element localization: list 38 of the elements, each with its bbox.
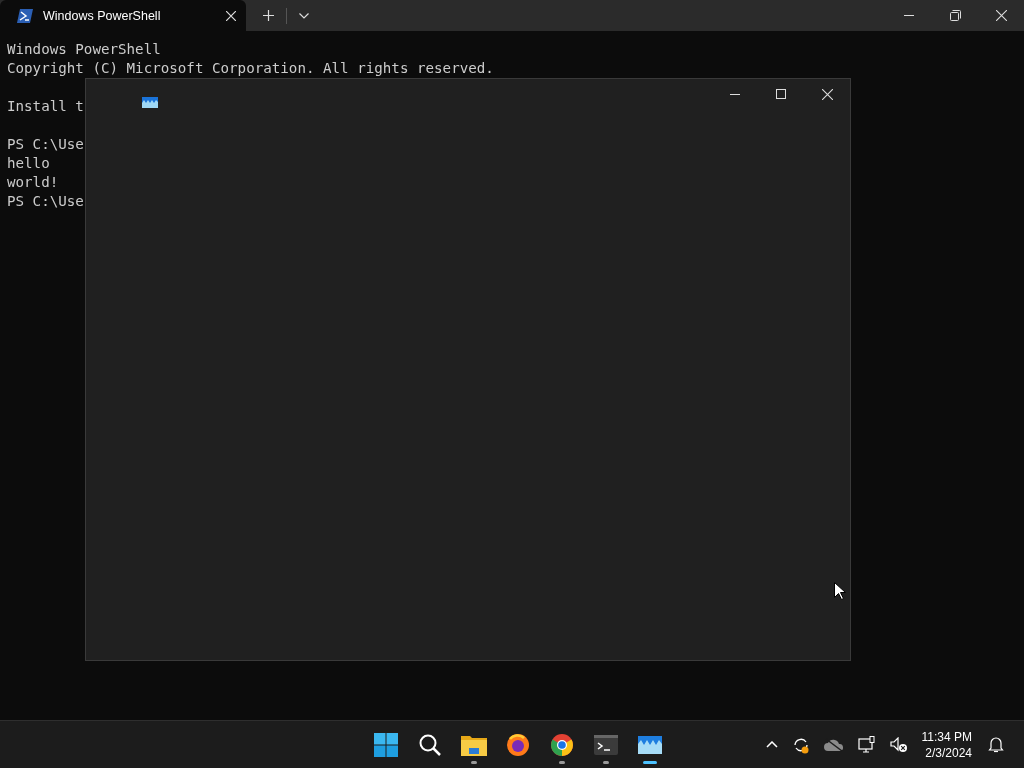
close-icon [821, 88, 833, 100]
speaker-muted-icon[interactable] [889, 736, 908, 753]
console-line: PS C:\Use [7, 135, 84, 154]
search-icon [418, 733, 441, 756]
network-icon[interactable] [857, 735, 876, 754]
minimize-icon [730, 93, 740, 95]
bell-icon[interactable] [988, 736, 1004, 753]
console-line: hello [7, 154, 50, 173]
app-icon [637, 735, 662, 754]
close-icon [995, 10, 1007, 21]
browser-icon [505, 732, 530, 757]
folder-icon [460, 733, 487, 756]
console-line: world! [7, 173, 59, 192]
console-line: Windows PowerShell [7, 40, 161, 59]
plus-icon[interactable] [263, 10, 274, 21]
running-indicator [642, 760, 657, 764]
running-indicator [602, 760, 609, 764]
console-line: Install t [7, 97, 84, 116]
minimize-icon [904, 15, 914, 16]
running-indicator [558, 760, 565, 764]
console-line: PS C:\Use [7, 192, 84, 211]
powershell-icon [17, 8, 33, 23]
close-icon[interactable] [226, 10, 236, 21]
clock-date: 2/3/2024 [925, 744, 972, 761]
terminal-tab[interactable]: Windows PowerShell [0, 0, 246, 31]
chevron-up-icon[interactable] [765, 741, 778, 748]
maximize-icon [776, 89, 786, 99]
terminal-icon [593, 734, 618, 755]
clock-time: 11:34 PM [921, 728, 972, 745]
chevron-down-icon[interactable] [299, 12, 309, 19]
mouse-pointer-icon [834, 582, 846, 600]
windows-logo-icon [373, 732, 398, 757]
app-icon [142, 97, 158, 108]
running-indicator [470, 760, 477, 764]
chrome-icon [549, 732, 574, 757]
console-line: Copyright (C) Microsoft Corporation. All rights reserved. [7, 59, 494, 78]
restore-icon [949, 10, 961, 21]
cloud-off-icon[interactable] [823, 737, 844, 752]
